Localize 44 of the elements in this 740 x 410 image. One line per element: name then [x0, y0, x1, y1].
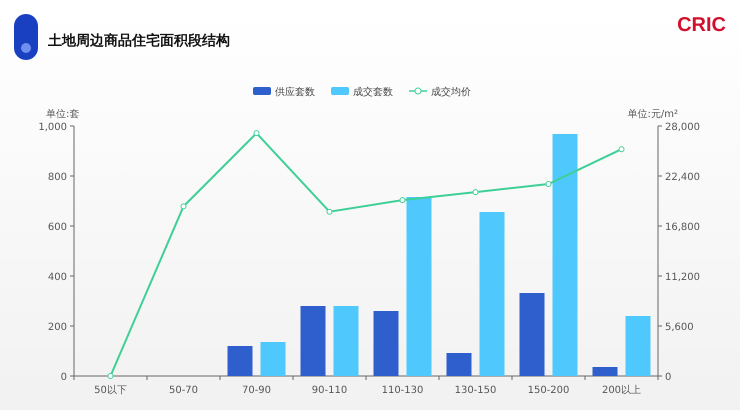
tick-label: 200	[48, 322, 67, 333]
data-point	[546, 181, 552, 188]
tick-label: 5,600	[665, 322, 694, 333]
tick-label: 16,800	[665, 222, 700, 233]
bar	[374, 311, 398, 376]
bar	[260, 342, 286, 376]
bar	[592, 367, 618, 376]
category-label: 200以上	[602, 385, 642, 396]
pill-icon	[14, 14, 38, 60]
data-point	[400, 197, 406, 204]
axis-unit: 单位:套	[46, 109, 80, 120]
axis-unit: 单位:元/m²	[628, 109, 678, 120]
bar	[626, 316, 650, 376]
category-label: 130-150	[454, 385, 496, 396]
bar	[228, 346, 252, 376]
category-label: 110-130	[382, 385, 424, 396]
category-label: 70-90	[242, 385, 272, 396]
tick-label: 800	[48, 172, 67, 183]
data-point	[108, 373, 114, 379]
tick-label: 28,000	[665, 122, 700, 133]
bar	[446, 353, 472, 376]
legend-label[interactable]: 成交均价	[431, 87, 471, 98]
category-label: 90-110	[312, 385, 348, 396]
data-point	[472, 189, 478, 196]
brand-logo: CRIC	[677, 14, 726, 37]
data-point	[254, 130, 260, 136]
tick-label: 0	[60, 372, 67, 383]
category-label: 150-200	[528, 385, 570, 396]
tick-label: 0	[665, 372, 672, 383]
legend-label[interactable]: 供应套数	[275, 87, 315, 98]
data-point	[326, 208, 332, 215]
chart-title: 土地周边商品住宅面积段结构	[48, 32, 230, 50]
bar	[300, 306, 326, 376]
tick-label: 400	[48, 272, 67, 283]
tick-label: 22,400	[665, 172, 700, 183]
category-label: 50以下	[94, 385, 127, 396]
data-point	[180, 203, 186, 210]
tick-label: 600	[48, 222, 67, 233]
legend-label[interactable]: 成交套数	[353, 87, 393, 98]
bar	[334, 306, 358, 376]
tick-label: 1,000	[38, 122, 67, 133]
category-label: 50-70	[168, 385, 198, 396]
data-point	[618, 146, 624, 152]
tick-label: 11,200	[665, 272, 700, 283]
